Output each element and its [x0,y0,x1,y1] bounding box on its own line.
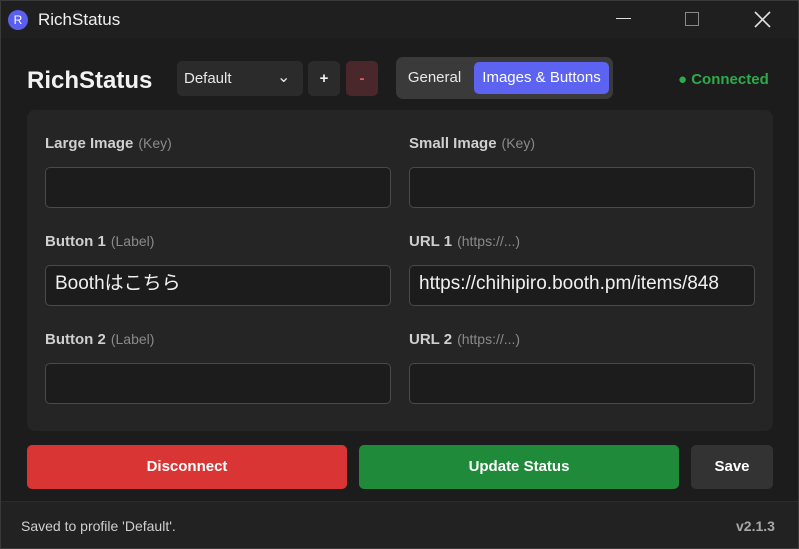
small-image-label: Small Image (Key) [409,135,535,152]
button1-input[interactable]: Boothはこちら [45,265,391,306]
app-icon: R [8,10,28,30]
close-icon [754,11,771,28]
tab-general[interactable]: General [400,62,469,94]
disconnect-button[interactable]: Disconnect [27,445,347,489]
url1-label-text: URL 1 [409,233,453,250]
save-button[interactable]: Save [691,445,773,489]
button2-label: Button 2 (Label) [45,331,154,348]
url1-hint: (https://...) [457,233,521,249]
url1-input[interactable]: https://chihipiro.booth.pm/items/848 [409,265,755,306]
update-status-button[interactable]: Update Status [359,445,679,489]
header: RichStatus Default ⌄ + - General Images … [1,38,798,110]
minimize-button[interactable] [600,1,646,38]
large-image-label-text: Large Image [45,135,134,152]
url1-label: URL 1 (https://...) [409,233,520,250]
tab-bar: General Images & Buttons [396,57,613,99]
button2-hint: (Label) [110,331,155,347]
small-image-input[interactable] [409,167,755,208]
form-panel: Large Image (Key) Small Image (Key) Button… [27,110,773,431]
button1-hint: (Label) [110,233,155,249]
button1-label-text: Button 1 [45,233,106,250]
large-image-input[interactable] [45,167,391,208]
status-message: Saved to profile 'Default'. [21,518,176,534]
url2-label-text: URL 2 [409,331,453,348]
profile-select[interactable]: Default ⌄ [177,61,303,96]
brand-title: RichStatus [27,67,153,94]
remove-profile-button[interactable]: - [346,61,378,96]
button2-label-text: Button 2 [45,331,106,348]
title-bar[interactable]: R RichStatus [1,1,798,38]
tab-images-buttons[interactable]: Images & Buttons [474,62,609,94]
maximize-icon [685,12,699,26]
button1-label: Button 1 (Label) [45,233,154,250]
version-label: v2.1.3 [736,518,775,534]
large-image-label: Large Image (Key) [45,135,172,152]
maximize-button[interactable] [668,1,714,38]
small-image-hint: (Key) [501,135,535,151]
url2-label: URL 2 (https://...) [409,331,520,348]
window-title: RichStatus [38,10,121,29]
button2-input[interactable] [45,363,391,404]
status-bar: Saved to profile 'Default'. v2.1.3 [1,501,798,548]
connection-status: ● Connected [678,71,769,88]
minimize-icon [616,18,631,19]
large-image-hint: (Key) [138,135,172,151]
small-image-label-text: Small Image [409,135,497,152]
close-button[interactable] [740,1,786,38]
chevron-down-icon: ⌄ [277,69,291,86]
app-window: R RichStatus RichStatus Default ⌄ + - Ge… [0,0,799,549]
url2-hint: (https://...) [457,331,521,347]
add-profile-button[interactable]: + [308,61,340,96]
url2-input[interactable] [409,363,755,404]
profile-select-value: Default [184,70,232,87]
